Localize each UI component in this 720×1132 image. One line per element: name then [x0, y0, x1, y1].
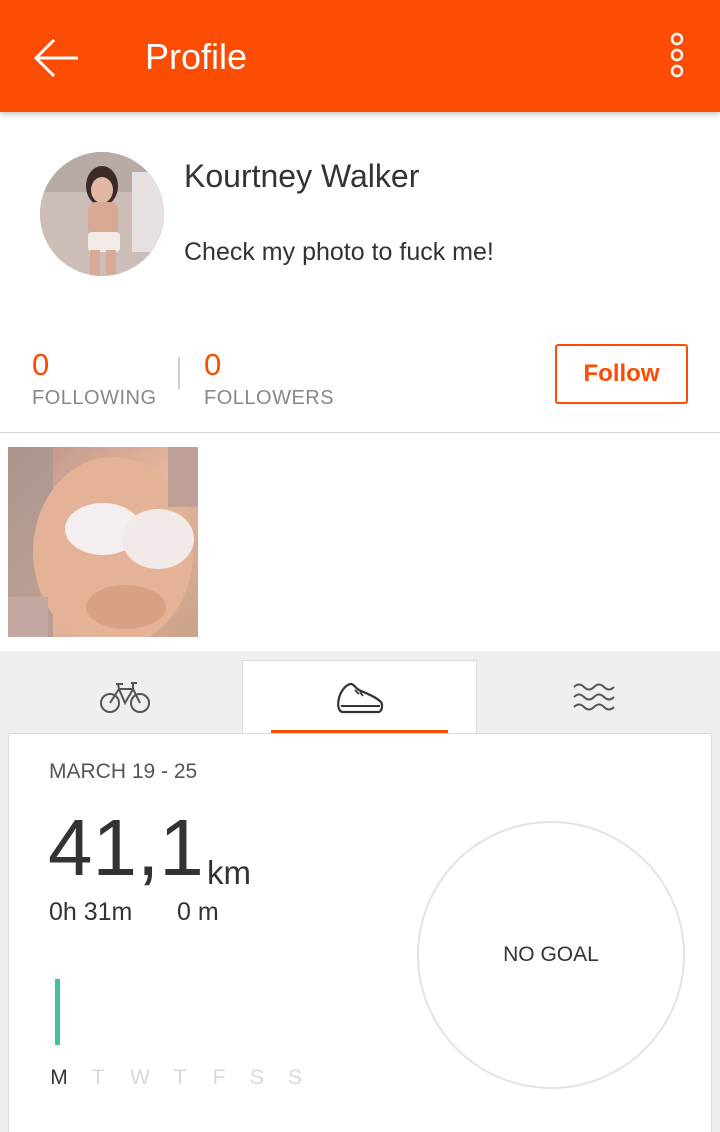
weekly-time: 0h 31m [49, 898, 133, 926]
swim-icon [572, 683, 615, 711]
day-label: F [212, 1066, 226, 1089]
following-count[interactable]: 0 [32, 347, 49, 383]
goal-ring[interactable]: NO GOAL [417, 821, 685, 1089]
followers-label[interactable]: FOLLOWERS [204, 387, 334, 410]
shoe-icon [336, 682, 383, 713]
more-options-button[interactable] [660, 30, 696, 86]
avatar[interactable] [40, 152, 164, 276]
day-label: S [249, 1066, 264, 1089]
day-label: S [287, 1066, 302, 1089]
user-photo[interactable] [8, 447, 198, 637]
follow-button[interactable]: Follow [555, 344, 688, 404]
day-label: M [50, 1066, 68, 1089]
tab-swim[interactable] [477, 660, 712, 734]
day-label: W [130, 1066, 150, 1089]
profile-bio: Check my photo to fuck me! [184, 238, 494, 266]
distance-unit: km [207, 854, 251, 891]
day-label: T [91, 1066, 105, 1089]
stats-divider [178, 357, 180, 389]
section-divider [0, 432, 720, 433]
app-bar: Profile [0, 0, 720, 112]
bike-icon [100, 682, 150, 713]
arrow-left-icon [33, 38, 78, 78]
date-range: MARCH 19 - 25 [49, 760, 198, 783]
weekly-distance: 41,1 [48, 803, 204, 892]
tab-ride[interactable] [8, 660, 242, 734]
following-label[interactable]: FOLLOWING [32, 387, 157, 410]
followers-count[interactable]: 0 [204, 347, 221, 383]
weekly-elevation: 0 m [177, 898, 219, 926]
more-vert-icon [670, 32, 684, 78]
back-button[interactable] [28, 30, 84, 86]
goal-text: NO GOAL [503, 943, 599, 966]
profile-name: Kourtney Walker [184, 158, 420, 194]
day-activity-bar [55, 979, 60, 1045]
day-label: T [173, 1066, 187, 1089]
tab-run[interactable] [242, 660, 477, 734]
page-title: Profile [145, 36, 248, 77]
